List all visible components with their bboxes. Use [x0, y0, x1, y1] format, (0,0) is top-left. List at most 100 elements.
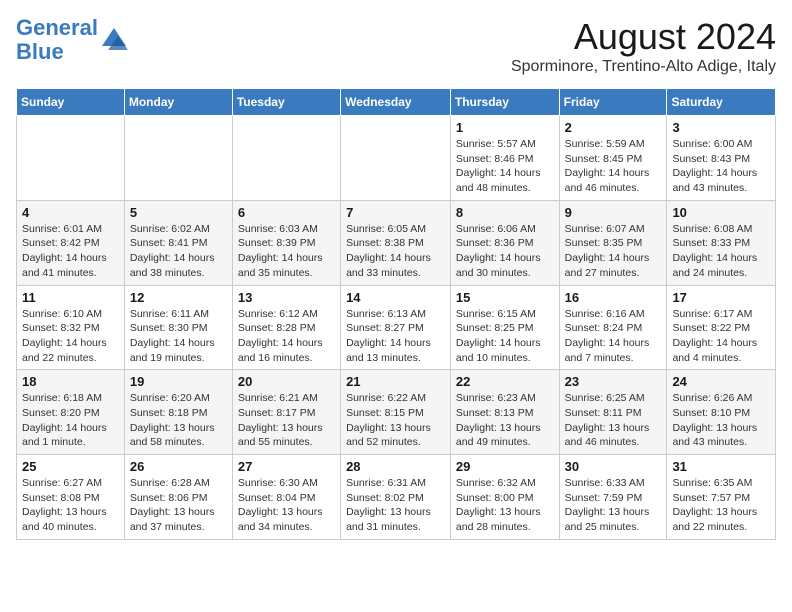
day-number: 4: [22, 205, 119, 220]
day-cell: 28 Sunrise: 6:31 AMSunset: 8:02 PMDayligh…: [341, 455, 451, 540]
day-cell: 13 Sunrise: 6:12 AMSunset: 8:28 PMDayligh…: [232, 285, 340, 370]
day-info: Sunrise: 6:33 AMSunset: 7:59 PMDaylight:…: [565, 476, 662, 535]
day-info: Sunrise: 6:23 AMSunset: 8:13 PMDaylight:…: [456, 391, 554, 450]
month-year-title: August 2024: [511, 16, 776, 58]
day-cell: 7 Sunrise: 6:05 AMSunset: 8:38 PMDaylight…: [341, 200, 451, 285]
day-cell: 5 Sunrise: 6:02 AMSunset: 8:41 PMDaylight…: [124, 200, 232, 285]
day-cell: 31 Sunrise: 6:35 AMSunset: 7:57 PMDayligh…: [667, 455, 776, 540]
day-cell: 24 Sunrise: 6:26 AMSunset: 8:10 PMDayligh…: [667, 370, 776, 455]
day-info: Sunrise: 6:11 AMSunset: 8:30 PMDaylight:…: [130, 307, 227, 366]
day-info: Sunrise: 6:07 AMSunset: 8:35 PMDaylight:…: [565, 222, 662, 281]
day-info: Sunrise: 6:15 AMSunset: 8:25 PMDaylight:…: [456, 307, 554, 366]
day-number: 11: [22, 290, 119, 305]
day-number: 24: [672, 374, 770, 389]
day-info: Sunrise: 6:31 AMSunset: 8:02 PMDaylight:…: [346, 476, 445, 535]
day-number: 1: [456, 120, 554, 135]
day-cell: 19Sunrise: 6:20 AMSunset: 8:18 PMDayligh…: [124, 370, 232, 455]
day-info: Sunrise: 6:01 AMSunset: 8:42 PMDaylight:…: [22, 222, 119, 281]
day-cell: 14 Sunrise: 6:13 AMSunset: 8:27 PMDayligh…: [341, 285, 451, 370]
weekday-header-saturday: Saturday: [667, 89, 776, 116]
day-cell: 9 Sunrise: 6:07 AMSunset: 8:35 PMDaylight…: [559, 200, 667, 285]
day-number: 14: [346, 290, 445, 305]
day-info: Sunrise: 6:02 AMSunset: 8:41 PMDaylight:…: [130, 222, 227, 281]
day-cell: 15 Sunrise: 6:15 AMSunset: 8:25 PMDayligh…: [450, 285, 559, 370]
day-number: 30: [565, 459, 662, 474]
day-info: Sunrise: 6:05 AMSunset: 8:38 PMDaylight:…: [346, 222, 445, 281]
day-number: 2: [565, 120, 662, 135]
day-number: 13: [238, 290, 335, 305]
week-row-4: 18 Sunrise: 6:18 AMSunset: 8:20 PMDayligh…: [17, 370, 776, 455]
day-cell: 27Sunrise: 6:30 AMSunset: 8:04 PMDayligh…: [232, 455, 340, 540]
weekday-header-tuesday: Tuesday: [232, 89, 340, 116]
location-subtitle: Sporminore, Trentino-Alto Adige, Italy: [511, 58, 776, 76]
weekday-header-monday: Monday: [124, 89, 232, 116]
day-number: 7: [346, 205, 445, 220]
day-cell: 23Sunrise: 6:25 AMSunset: 8:11 PMDayligh…: [559, 370, 667, 455]
day-number: 18: [22, 374, 119, 389]
day-number: 26: [130, 459, 227, 474]
day-cell: [341, 116, 451, 201]
day-info: Sunrise: 6:00 AMSunset: 8:43 PMDaylight:…: [672, 137, 770, 196]
day-cell: 10 Sunrise: 6:08 AMSunset: 8:33 PMDayligh…: [667, 200, 776, 285]
day-cell: 17Sunrise: 6:17 AMSunset: 8:22 PMDayligh…: [667, 285, 776, 370]
weekday-header-wednesday: Wednesday: [341, 89, 451, 116]
day-number: 5: [130, 205, 227, 220]
logo-icon: [100, 26, 128, 54]
day-cell: 12 Sunrise: 6:11 AMSunset: 8:30 PMDayligh…: [124, 285, 232, 370]
header: GeneralBlue August 2024 Sporminore, Tren…: [16, 16, 776, 76]
day-number: 15: [456, 290, 554, 305]
day-cell: 4 Sunrise: 6:01 AMSunset: 8:42 PMDaylight…: [17, 200, 125, 285]
day-number: 31: [672, 459, 770, 474]
day-info: Sunrise: 6:35 AMSunset: 7:57 PMDaylight:…: [672, 476, 770, 535]
day-cell: 11 Sunrise: 6:10 AMSunset: 8:32 PMDayligh…: [17, 285, 125, 370]
day-info: Sunrise: 5:57 AMSunset: 8:46 PMDaylight:…: [456, 137, 554, 196]
day-info: Sunrise: 6:08 AMSunset: 8:33 PMDaylight:…: [672, 222, 770, 281]
day-cell: 26 Sunrise: 6:28 AMSunset: 8:06 PMDayligh…: [124, 455, 232, 540]
day-number: 17: [672, 290, 770, 305]
calendar-table: SundayMondayTuesdayWednesdayThursdayFrid…: [16, 88, 776, 540]
day-info: Sunrise: 6:26 AMSunset: 8:10 PMDaylight:…: [672, 391, 770, 450]
day-info: Sunrise: 6:28 AMSunset: 8:06 PMDaylight:…: [130, 476, 227, 535]
day-cell: [17, 116, 125, 201]
day-info: Sunrise: 6:18 AMSunset: 8:20 PMDaylight:…: [22, 391, 119, 450]
day-number: 6: [238, 205, 335, 220]
title-area: August 2024 Sporminore, Trentino-Alto Ad…: [511, 16, 776, 76]
day-cell: 8Sunrise: 6:06 AMSunset: 8:36 PMDaylight…: [450, 200, 559, 285]
day-info: Sunrise: 5:59 AMSunset: 8:45 PMDaylight:…: [565, 137, 662, 196]
day-number: 8: [456, 205, 554, 220]
day-info: Sunrise: 6:32 AMSunset: 8:00 PMDaylight:…: [456, 476, 554, 535]
day-cell: 30 Sunrise: 6:33 AMSunset: 7:59 PMDayligh…: [559, 455, 667, 540]
day-cell: 21Sunrise: 6:22 AMSunset: 8:15 PMDayligh…: [341, 370, 451, 455]
logo-text: GeneralBlue: [16, 16, 98, 64]
day-cell: 18 Sunrise: 6:18 AMSunset: 8:20 PMDayligh…: [17, 370, 125, 455]
day-number: 10: [672, 205, 770, 220]
day-number: 29: [456, 459, 554, 474]
day-cell: 2 Sunrise: 5:59 AMSunset: 8:45 PMDaylight…: [559, 116, 667, 201]
weekday-header-friday: Friday: [559, 89, 667, 116]
day-number: 19: [130, 374, 227, 389]
day-number: 9: [565, 205, 662, 220]
day-number: 12: [130, 290, 227, 305]
day-cell: 25Sunrise: 6:27 AMSunset: 8:08 PMDayligh…: [17, 455, 125, 540]
day-cell: 16Sunrise: 6:16 AMSunset: 8:24 PMDayligh…: [559, 285, 667, 370]
day-info: Sunrise: 6:21 AMSunset: 8:17 PMDaylight:…: [238, 391, 335, 450]
day-cell: [124, 116, 232, 201]
day-info: Sunrise: 6:12 AMSunset: 8:28 PMDaylight:…: [238, 307, 335, 366]
weekday-header-thursday: Thursday: [450, 89, 559, 116]
day-cell: 6Sunrise: 6:03 AMSunset: 8:39 PMDaylight…: [232, 200, 340, 285]
day-info: Sunrise: 6:16 AMSunset: 8:24 PMDaylight:…: [565, 307, 662, 366]
day-number: 25: [22, 459, 119, 474]
week-row-2: 4 Sunrise: 6:01 AMSunset: 8:42 PMDaylight…: [17, 200, 776, 285]
day-number: 20: [238, 374, 335, 389]
weekday-header-row: SundayMondayTuesdayWednesdayThursdayFrid…: [17, 89, 776, 116]
day-info: Sunrise: 6:13 AMSunset: 8:27 PMDaylight:…: [346, 307, 445, 366]
day-cell: 20 Sunrise: 6:21 AMSunset: 8:17 PMDayligh…: [232, 370, 340, 455]
day-info: Sunrise: 6:10 AMSunset: 8:32 PMDaylight:…: [22, 307, 119, 366]
week-row-5: 25Sunrise: 6:27 AMSunset: 8:08 PMDayligh…: [17, 455, 776, 540]
day-number: 21: [346, 374, 445, 389]
day-number: 28: [346, 459, 445, 474]
day-number: 23: [565, 374, 662, 389]
weekday-header-sunday: Sunday: [17, 89, 125, 116]
day-cell: 3Sunrise: 6:00 AMSunset: 8:43 PMDaylight…: [667, 116, 776, 201]
logo: GeneralBlue: [16, 16, 128, 64]
